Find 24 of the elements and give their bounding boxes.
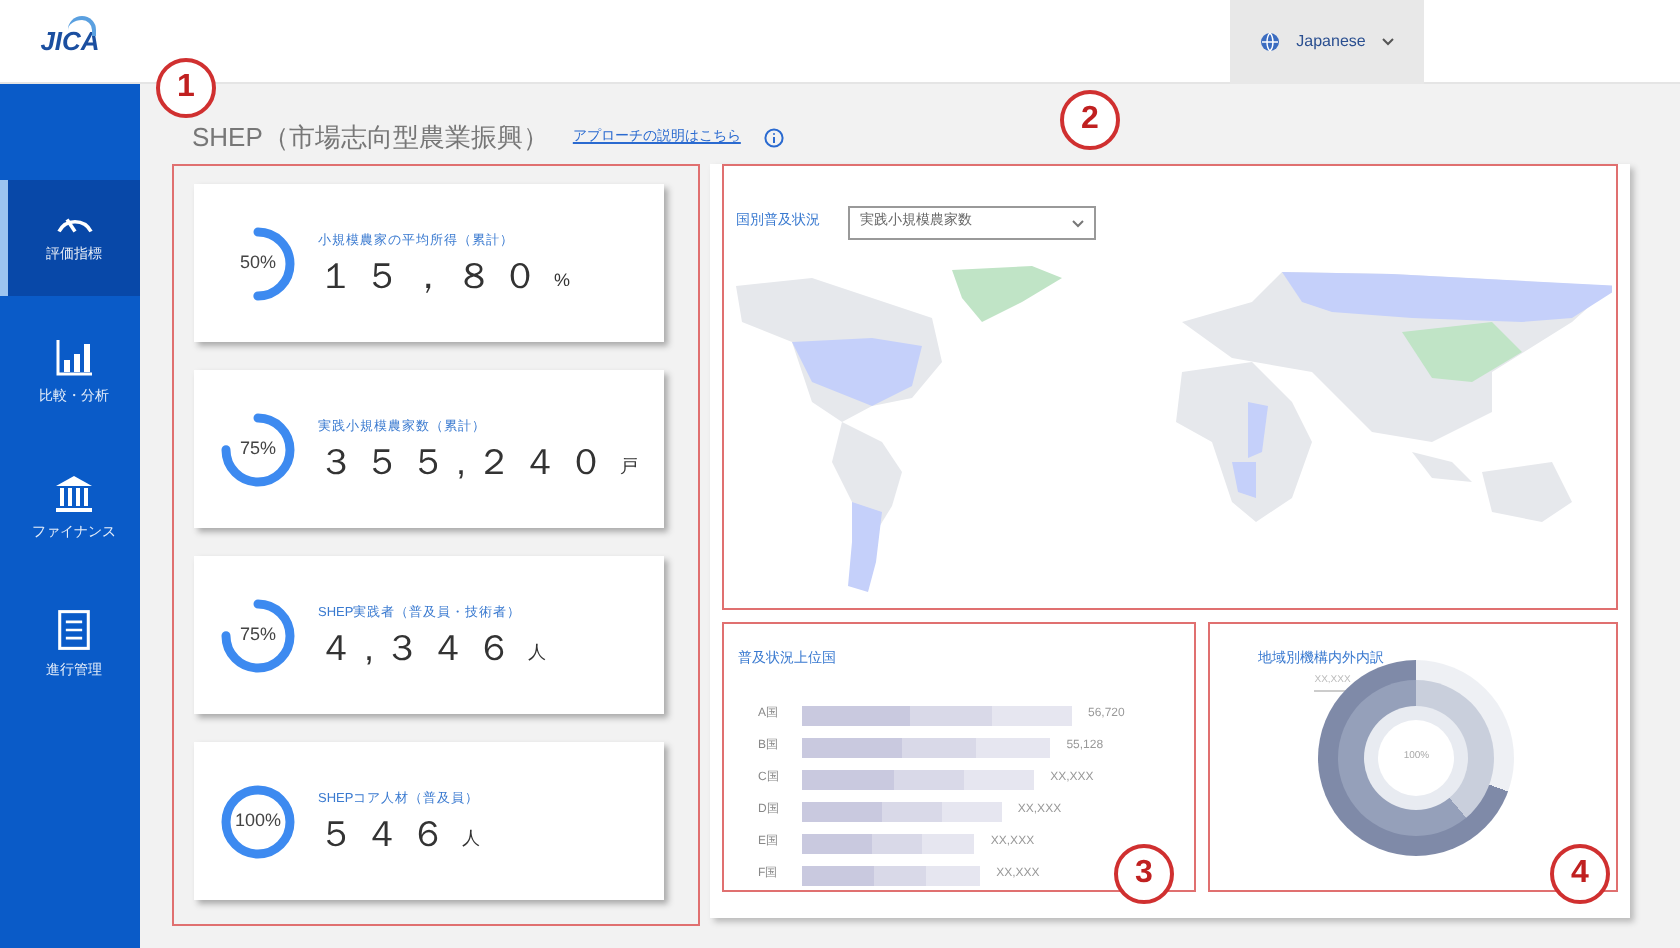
kpi-value: ５４６ — [318, 816, 456, 853]
callout-number: 2 — [1060, 90, 1120, 150]
info-icon — [764, 128, 785, 148]
globe-icon — [1260, 31, 1281, 51]
kpi-value: ４,３４６ — [318, 630, 523, 667]
unit-label: 人 — [528, 639, 547, 666]
percent-label: 75% — [239, 435, 276, 462]
unit-label: % — [554, 267, 571, 294]
unit-label: 戸 — [620, 453, 639, 480]
percent-label: 50% — [239, 249, 276, 276]
language-button[interactable]: Japanese — [1230, 0, 1424, 83]
percent-label: 100% — [234, 807, 282, 834]
kpi-value: １５，８０ — [318, 258, 548, 295]
bank-icon — [56, 475, 92, 512]
page-title: SHEP（市場志向型農業振興） — [192, 120, 549, 157]
caret-icon — [1381, 37, 1394, 45]
logo: JICA — [40, 21, 100, 61]
caret-icon — [1072, 219, 1084, 227]
unit-label: 人 — [462, 825, 480, 852]
kpi-value: ３５５,２４０ — [318, 444, 615, 481]
callout-number: 1 — [156, 58, 216, 118]
checklist-icon — [58, 609, 90, 650]
bar-chart-icon — [55, 338, 93, 377]
percent-label: 75% — [239, 621, 276, 648]
